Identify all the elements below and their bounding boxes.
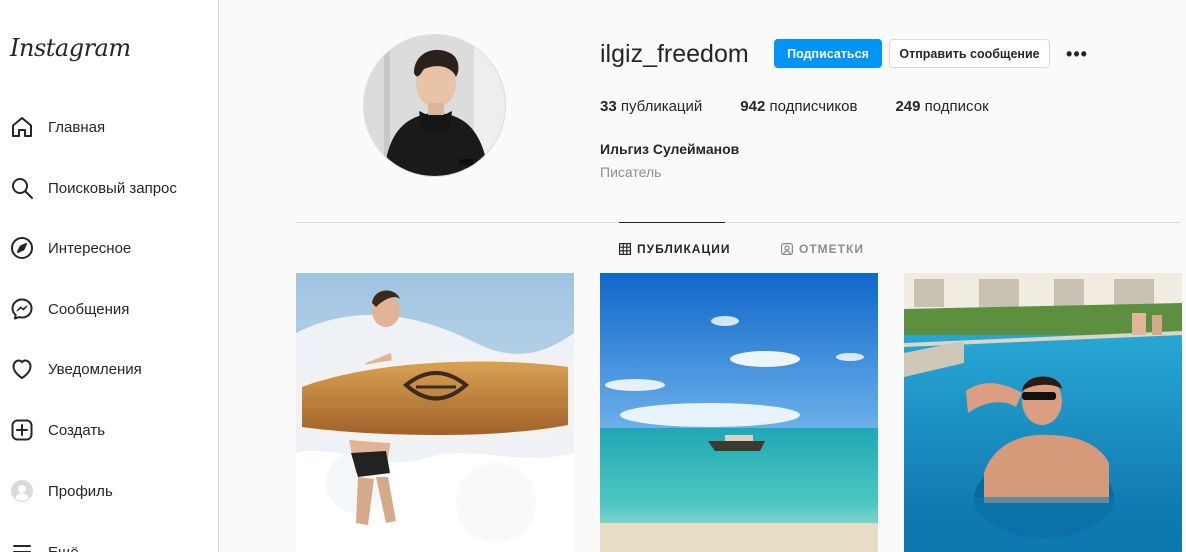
posts-count: 33 [600, 98, 617, 115]
sidebar-item-more[interactable]: Ещё [0, 530, 219, 552]
post-thumbnail[interactable] [904, 273, 1182, 552]
sidebar-item-label: Сообщения [48, 300, 130, 318]
tab-posts[interactable]: ПУБЛИКАЦИИ [619, 242, 730, 256]
sidebar-item-label: Ещё [48, 543, 79, 552]
search-icon [10, 176, 34, 200]
messenger-icon [10, 297, 34, 321]
sidebar-item-search[interactable]: Поисковый запрос [0, 166, 219, 210]
sidebar-item-label: Уведомления [48, 360, 142, 378]
tab-posts-label: ПУБЛИКАЦИИ [637, 242, 731, 256]
home-icon [10, 115, 34, 139]
profile-username: ilgiz_freedom [600, 40, 749, 68]
more-options-icon[interactable]: ••• [1065, 42, 1089, 66]
sidebar-item-home[interactable]: Главная [0, 105, 219, 149]
sidebar-item-label: Главная [48, 118, 106, 136]
menu-icon [10, 540, 34, 552]
profile-bio: Писатель [600, 164, 662, 180]
following-count: 249 [895, 98, 921, 115]
sidebar-item-create[interactable]: Создать [0, 408, 219, 452]
send-message-button[interactable]: Отправить сообщение [889, 39, 1050, 68]
sidebar-item-messages[interactable]: Сообщения [0, 287, 219, 331]
follow-button[interactable]: Подписаться [774, 39, 882, 68]
tab-tagged-label: ОТМЕТКИ [799, 242, 864, 256]
sidebar-item-label: Создать [48, 421, 106, 439]
profile-full-name: Ильгиз Сулейманов [600, 141, 740, 157]
sidebar-item-label: Профиль [48, 482, 113, 500]
instagram-app: Instagram Главная Поисковый запрос Интер… [0, 0, 1186, 552]
plus-square-icon [10, 418, 34, 442]
sidebar-item-label: Интересное [48, 239, 132, 257]
profile-stats: 33 публикаций 942 подписчиков 249 подпис… [600, 98, 1027, 115]
followers-stat[interactable]: 942 подписчиков [740, 98, 857, 115]
grid-icon [619, 243, 631, 255]
followers-label: подписчиков [769, 98, 858, 115]
avatar-icon [10, 479, 34, 503]
tab-tagged[interactable]: ОТМЕТКИ [781, 242, 864, 256]
sidebar-item-explore[interactable]: Интересное [0, 226, 219, 270]
profile-avatar[interactable] [363, 34, 506, 177]
posts-stat: 33 публикаций [600, 98, 702, 115]
active-tab-indicator [619, 222, 725, 223]
instagram-logo[interactable]: Instagram [10, 34, 131, 62]
heart-icon [10, 357, 34, 381]
tagged-icon [781, 243, 793, 255]
profile-main: ilgiz_freedom Подписаться Отправить сооб… [220, 0, 1186, 552]
sidebar-item-notifications[interactable]: Уведомления [0, 347, 219, 391]
following-stat[interactable]: 249 подписок [895, 98, 988, 115]
followers-count: 942 [740, 98, 766, 115]
post-thumbnail[interactable] [296, 273, 574, 552]
following-label: подписок [924, 98, 989, 115]
tabs-divider [296, 222, 1180, 223]
compass-icon [10, 236, 34, 260]
sidebar-item-label: Поисковый запрос [48, 179, 177, 197]
sidebar: Instagram Главная Поисковый запрос Интер… [0, 0, 219, 552]
posts-label: публикаций [620, 98, 703, 115]
post-thumbnail[interactable] [600, 273, 878, 552]
sidebar-item-profile[interactable]: Профиль [0, 469, 219, 513]
